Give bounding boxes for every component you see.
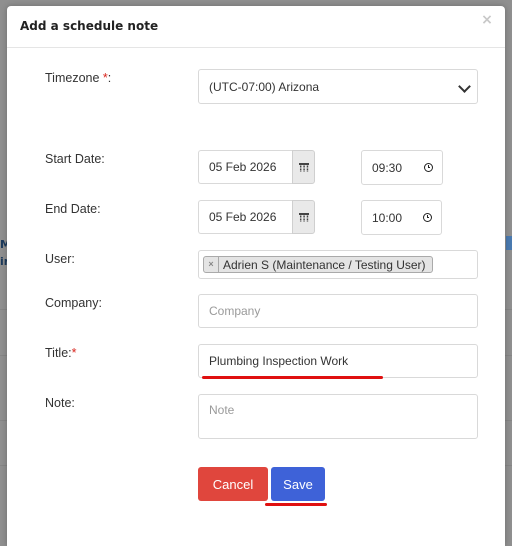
cancel-button[interactable]: Cancel (198, 467, 268, 501)
end-date-label: End Date: (45, 202, 101, 216)
annotation-underline (265, 503, 327, 506)
required-marker: * (71, 346, 77, 360)
modal-header: Add a schedule note × (7, 6, 505, 48)
note-label: Note: (45, 396, 75, 410)
end-date-group: 05 Feb 2026 (198, 200, 315, 234)
clock-icon (423, 213, 432, 222)
user-label: User: (45, 252, 75, 266)
start-date-label: Start Date: (45, 152, 105, 166)
background-edge-element (506, 236, 512, 250)
start-date-input[interactable]: 05 Feb 2026 (198, 150, 292, 184)
timezone-label: Timezone *: (45, 71, 112, 85)
calendar-icon (298, 162, 309, 172)
title-label: Title:* (45, 346, 77, 360)
start-time-input[interactable]: 09:30 (361, 150, 443, 185)
title-input[interactable]: Plumbing Inspection Work (198, 344, 478, 378)
start-date-calendar-button[interactable] (292, 150, 315, 184)
timezone-value: (UTC-07:00) Arizona (209, 79, 320, 94)
user-tag: × Adrien S (Maintenance / Testing User) (203, 256, 433, 273)
calendar-icon (298, 212, 309, 222)
timezone-select[interactable]: (UTC-07:00) Arizona (198, 69, 478, 104)
remove-tag-icon[interactable]: × (204, 257, 219, 272)
save-button[interactable]: Save (271, 467, 325, 501)
company-input[interactable]: Company (198, 294, 478, 328)
note-textarea[interactable]: Note (198, 394, 478, 439)
clock-icon (424, 163, 433, 172)
modal-title: Add a schedule note (20, 19, 159, 33)
schedule-note-modal: Add a schedule note × Timezone *: (UTC-0… (7, 6, 505, 546)
close-icon[interactable]: × (480, 13, 494, 27)
user-multiselect[interactable]: × Adrien S (Maintenance / Testing User) (198, 250, 478, 279)
company-label: Company: (45, 296, 102, 310)
start-time-value: 09:30 (372, 160, 403, 175)
end-time-input[interactable]: 10:00 (361, 200, 442, 235)
end-time-value: 10:00 (372, 210, 403, 225)
end-date-input[interactable]: 05 Feb 2026 (198, 200, 292, 234)
chevron-down-icon (458, 80, 471, 93)
start-date-group: 05 Feb 2026 (198, 150, 315, 184)
user-tag-label: Adrien S (Maintenance / Testing User) (223, 257, 426, 272)
end-date-calendar-button[interactable] (292, 200, 315, 234)
annotation-underline (202, 376, 383, 379)
